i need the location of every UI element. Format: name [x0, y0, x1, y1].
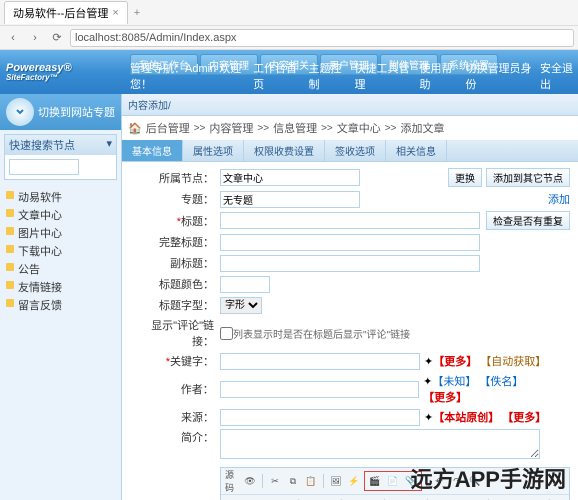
image-icon[interactable]: 🖼 — [328, 473, 344, 489]
titlefont-select[interactable]: 字形 — [220, 297, 262, 314]
title-input[interactable] — [220, 212, 480, 229]
footer-brand: 远方APP手游网 — [411, 462, 566, 494]
sidebar-switch[interactable]: 切换到网站专题 — [0, 94, 121, 130]
node-label: 所属节点： — [130, 170, 220, 186]
form-tabs: 基本信息 属性选项 权限收费设置 签收选项 相关信息 — [122, 140, 578, 162]
keyword-auto[interactable]: 【自动获取】 — [480, 356, 546, 368]
url-field[interactable]: localhost:8085/Admin/Index.aspx — [70, 29, 574, 47]
tree-root[interactable]: 动易软件 — [4, 188, 117, 206]
sub-shortcut[interactable]: 快捷工具管理 — [355, 60, 412, 92]
check-dup-button[interactable]: 检查是否有重复 — [486, 211, 570, 230]
app-logo: Powereasy® SiteFactory™ — [6, 62, 72, 83]
keyword-more[interactable]: 【更多】 — [433, 356, 477, 368]
sub-theme[interactable]: 主题控制 — [309, 60, 347, 92]
paste-icon[interactable]: 📋 — [303, 473, 319, 489]
intro-label: 简介： — [130, 429, 220, 445]
tree-item[interactable]: 留言反馈 — [4, 296, 117, 314]
star-icon: ✦ — [424, 412, 433, 424]
source-original[interactable]: 【本站原创】 — [433, 412, 499, 424]
breadcrumb: 🏠 后台管理 >> 内容管理 >> 信息管理 >> 文章中心 >> 添加文章 — [122, 116, 578, 140]
author-input[interactable] — [220, 381, 419, 398]
tree-item[interactable]: 下载中心 — [4, 242, 117, 260]
intro-textarea[interactable] — [220, 429, 540, 459]
fulltitle-input[interactable] — [220, 234, 480, 251]
tab-perm[interactable]: 权限收费设置 — [244, 140, 325, 161]
forward-button[interactable]: › — [26, 29, 44, 47]
sub-menu: 管理导航：Admin 欢迎您！ 工作台首页 主题控制 快捷工具管理 使用帮助 切… — [130, 60, 578, 92]
tree-item[interactable]: 友情链接 — [4, 278, 117, 296]
admin-welcome: 管理导航：Admin 欢迎您！ — [130, 60, 245, 92]
title-label: *标题： — [130, 213, 220, 229]
cut-icon[interactable]: ✂ — [267, 473, 283, 489]
add-other-node-button[interactable]: 添加到其它节点 — [486, 168, 570, 187]
search-panel: 快速搜索节点 ▾ — [4, 134, 117, 180]
file-icon[interactable]: 📄 — [385, 473, 401, 489]
tree-item[interactable]: 图片中心 — [4, 224, 117, 242]
home-icon: 🏠 — [128, 122, 142, 135]
sub-help[interactable]: 使用帮助 — [420, 60, 458, 92]
sub-workbench[interactable]: 工作台首页 — [253, 60, 300, 92]
titlefont-label: 标题字型： — [130, 297, 220, 313]
node-input[interactable] — [220, 169, 360, 186]
source-input[interactable] — [220, 409, 420, 426]
content-toolbar: 内容添加/ — [122, 94, 578, 116]
content-area: 内容添加/ 🏠 后台管理 >> 内容管理 >> 信息管理 >> 文章中心 >> … — [122, 94, 578, 500]
search-input[interactable] — [9, 159, 79, 175]
flash-icon[interactable]: ⚡ — [346, 473, 362, 489]
titlecolor-input[interactable] — [220, 276, 270, 293]
media-icon[interactable]: 🎬 — [367, 473, 383, 489]
subtitle-input[interactable] — [220, 255, 480, 272]
star-icon: ✦ — [424, 356, 433, 368]
tab-attr[interactable]: 属性选项 — [183, 140, 244, 161]
source-label: 来源： — [130, 409, 220, 425]
browser-tab[interactable]: 动易软件--后台管理 × — [4, 1, 128, 24]
tab-related[interactable]: 相关信息 — [386, 140, 447, 161]
keyword-label: *关键字： — [130, 353, 220, 369]
folder-tree: 动易软件 文章中心 图片中心 下载中心 公告 友情链接 留言反馈 — [0, 184, 121, 318]
new-tab-button[interactable]: + — [134, 7, 140, 19]
reload-button[interactable]: ⟳ — [48, 29, 66, 47]
tab-close-icon[interactable]: × — [112, 7, 118, 19]
tree-item[interactable]: 文章中心 — [4, 206, 117, 224]
author-label: 作者： — [130, 381, 220, 397]
change-node-button[interactable]: 更换 — [448, 168, 482, 187]
showtip-checkbox[interactable] — [220, 327, 233, 340]
titlecolor-label: 标题颜色： — [130, 276, 220, 292]
preview-icon[interactable]: 👁 — [242, 473, 258, 489]
subtitle-label: 副标题： — [130, 255, 220, 271]
source-icon[interactable]: 源码 — [224, 473, 240, 489]
sidebar: 切换到网站专题 快速搜索节点 ▾ 动易软件 文章中心 图片中心 下载中心 公告 … — [0, 94, 122, 500]
star-icon: ✦ — [423, 376, 432, 388]
showtip-desc: 列表显示时是否在标题后显示"评论"链接 — [233, 326, 410, 341]
source-more[interactable]: 【更多】 — [502, 412, 546, 424]
switch-icon — [6, 98, 34, 126]
author-more[interactable]: 【更多】 — [423, 392, 467, 404]
search-toggle-icon[interactable]: ▾ — [106, 137, 112, 153]
add-special-link[interactable]: 添加 — [548, 191, 570, 207]
special-input[interactable] — [220, 191, 360, 208]
tab-sign[interactable]: 签收选项 — [325, 140, 386, 161]
author-anon[interactable]: 【佚名】 — [479, 376, 523, 388]
keyword-input[interactable] — [220, 353, 420, 370]
url-text: localhost:8085/Admin/Index.aspx — [75, 32, 236, 44]
tab-title: 动易软件--后台管理 — [13, 5, 108, 21]
special-label: 专题： — [130, 191, 220, 207]
tab-basic[interactable]: 基本信息 — [122, 140, 183, 161]
sub-logout[interactable]: 安全退出 — [540, 60, 578, 92]
author-unknown[interactable]: 【未知】 — [432, 376, 476, 388]
search-title: 快速搜索节点 — [9, 137, 75, 153]
copy-icon[interactable]: ⧉ — [285, 473, 301, 489]
sub-switch[interactable]: 切换管理员身份 — [466, 60, 532, 92]
fulltitle-label: 完整标题： — [130, 234, 220, 250]
tree-item[interactable]: 公告 — [4, 260, 117, 278]
showtip-label: 显示"评论"链接： — [130, 317, 220, 349]
back-button[interactable]: ‹ — [4, 29, 22, 47]
